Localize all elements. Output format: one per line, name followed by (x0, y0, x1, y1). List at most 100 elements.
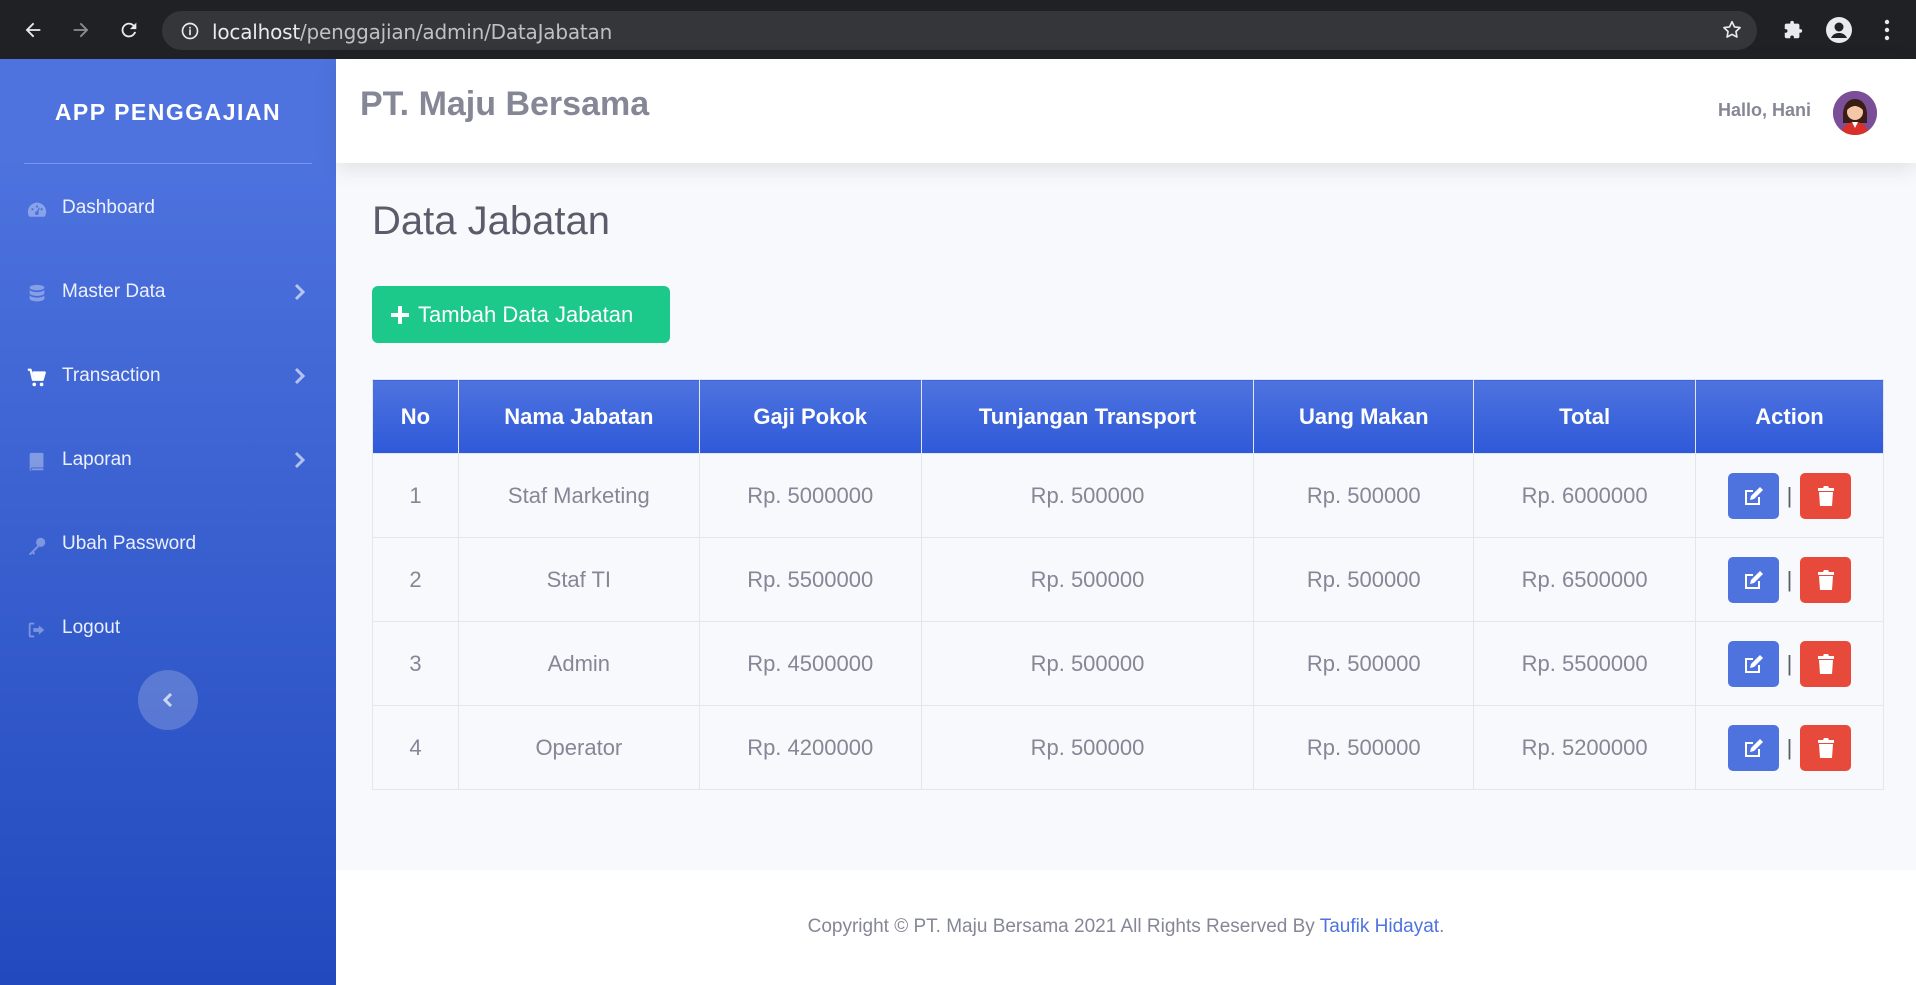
column-header-gaji-pokok: Gaji Pokok (698, 379, 922, 454)
cell-no: 4 (372, 705, 459, 790)
cell-tunjangan-transport: Rp. 500000 (920, 621, 1255, 706)
cell-action: | (1695, 621, 1884, 706)
sidebar-item-logout[interactable]: Logout (0, 599, 336, 659)
cell-action: | (1695, 705, 1884, 790)
edit-button[interactable] (1727, 556, 1779, 603)
author-link[interactable]: Taufik Hidayat (1320, 916, 1439, 937)
cell-gaji-pokok: Rp. 5000000 (698, 453, 922, 538)
browser-menu-button[interactable] (1870, 13, 1904, 47)
puzzle-icon (1784, 20, 1803, 39)
cell-total: Rp. 5500000 (1473, 621, 1697, 706)
column-header-nama-jabatan: Nama Jabatan (457, 379, 700, 454)
cell-tunjangan-transport: Rp. 500000 (920, 537, 1255, 622)
cell-tunjangan-transport: Rp. 500000 (920, 453, 1255, 538)
delete-button[interactable] (1800, 724, 1852, 771)
sidebar-item-laporan[interactable]: Laporan (0, 431, 336, 491)
trash-icon (1817, 569, 1834, 590)
sidebar-item-label: Laporan (62, 449, 132, 470)
edit-icon (1745, 486, 1764, 505)
topbar: PT. Maju Bersama Hallo, Hani (336, 59, 1916, 163)
reload-button[interactable] (112, 13, 146, 47)
edit-icon (1745, 654, 1764, 673)
cell-no: 1 (372, 453, 459, 538)
page-title: Data Jabatan (372, 199, 610, 243)
column-header-action: Action (1695, 379, 1884, 454)
action-separator: | (1786, 734, 1793, 760)
column-header-tunjangan-transport: Tunjangan Transport (920, 379, 1255, 454)
table-row: 3 Admin Rp. 4500000 Rp. 500000 Rp. 50000… (372, 621, 1884, 706)
delete-button[interactable] (1800, 640, 1852, 687)
user-greeting[interactable]: Hallo, Hani (1718, 100, 1811, 121)
back-button[interactable] (16, 13, 50, 47)
table-row: 2 Staf TI Rp. 5500000 Rp. 500000 Rp. 500… (372, 537, 1884, 622)
sidebar-divider (24, 163, 312, 164)
cell-no: 3 (372, 621, 459, 706)
address-bar[interactable]: localhost/penggajian/admin/DataJabatan (162, 11, 1757, 50)
sidebar-item-label: Dashboard (62, 197, 155, 218)
trash-icon (1817, 485, 1834, 506)
sidebar-item-dashboard[interactable]: Dashboard (0, 179, 336, 239)
sidebar-item-label: Transaction (62, 365, 161, 386)
cell-gaji-pokok: Rp. 4500000 (698, 621, 922, 706)
table-header-row: No Nama Jabatan Gaji Pokok Tunjangan Tra… (372, 379, 1884, 454)
cell-uang-makan: Rp. 500000 (1253, 705, 1475, 790)
footer: Copyright © PT. Maju Bersama 2021 All Ri… (336, 870, 1916, 985)
chevron-right-icon (294, 283, 306, 301)
sidebar: APP PENGGAJIAN Dashboard Master Data Tra… (0, 59, 336, 985)
cell-no: 2 (372, 537, 459, 622)
jabatan-table: No Nama Jabatan Gaji Pokok Tunjangan Tra… (372, 379, 1884, 790)
cell-uang-makan: Rp. 500000 (1253, 537, 1475, 622)
cell-nama-jabatan: Staf TI (457, 537, 700, 622)
edit-button[interactable] (1727, 472, 1779, 519)
sidebar-toggle-button[interactable] (138, 670, 198, 730)
info-icon[interactable] (180, 21, 200, 41)
reload-icon (121, 22, 137, 38)
arrow-right-icon (73, 22, 89, 38)
forward-button[interactable] (64, 13, 98, 47)
bookmark-star-icon[interactable] (1721, 19, 1743, 41)
user-avatar-icon (1833, 91, 1877, 135)
app-brand[interactable]: APP PENGGAJIAN (0, 99, 336, 126)
sidebar-item-label: Logout (62, 617, 121, 638)
cell-uang-makan: Rp. 500000 (1253, 453, 1475, 538)
key-icon (28, 537, 46, 556)
column-header-no: No (372, 379, 459, 454)
cell-action: | (1695, 537, 1884, 622)
cell-total: Rp. 5200000 (1473, 705, 1697, 790)
cell-total: Rp. 6500000 (1473, 537, 1697, 622)
plus-icon (390, 305, 410, 325)
add-button-label: Tambah Data Jabatan (418, 301, 634, 327)
cell-action: | (1695, 453, 1884, 538)
edit-icon (1745, 738, 1764, 757)
cell-gaji-pokok: Rp. 5500000 (698, 537, 922, 622)
chevron-left-icon (162, 692, 173, 708)
account-icon (1826, 17, 1852, 43)
profile-button[interactable] (1822, 13, 1856, 47)
cell-tunjangan-transport: Rp. 500000 (920, 705, 1255, 790)
action-separator: | (1786, 566, 1793, 592)
url-text: localhost/penggajian/admin/DataJabatan (212, 20, 613, 44)
add-jabatan-button[interactable]: Tambah Data Jabatan (372, 286, 670, 343)
edit-button[interactable] (1727, 640, 1779, 687)
trash-icon (1817, 737, 1834, 758)
company-name: PT. Maju Bersama (360, 85, 650, 123)
edit-icon (1745, 570, 1764, 589)
copyright-text: Copyright © PT. Maju Bersama 2021 All Ri… (807, 916, 1445, 937)
book-icon (29, 452, 44, 472)
sign-out-icon (28, 622, 45, 638)
cell-total: Rp. 6000000 (1473, 453, 1697, 538)
sidebar-item-label: Ubah Password (62, 533, 197, 554)
extensions-button[interactable] (1776, 13, 1810, 47)
edit-button[interactable] (1727, 724, 1779, 771)
table-row: 4 Operator Rp. 4200000 Rp. 500000 Rp. 50… (372, 705, 1884, 790)
sidebar-item-ubah-password[interactable]: Ubah Password (0, 515, 336, 575)
shopping-cart-icon (27, 368, 46, 387)
sidebar-item-master-data[interactable]: Master Data (0, 263, 336, 323)
avatar[interactable] (1833, 91, 1877, 135)
sidebar-item-label: Master Data (62, 281, 166, 302)
sidebar-item-transaction[interactable]: Transaction (0, 347, 336, 407)
chevron-right-icon (294, 451, 306, 469)
cell-uang-makan: Rp. 500000 (1253, 621, 1475, 706)
delete-button[interactable] (1800, 556, 1852, 603)
delete-button[interactable] (1800, 472, 1852, 519)
